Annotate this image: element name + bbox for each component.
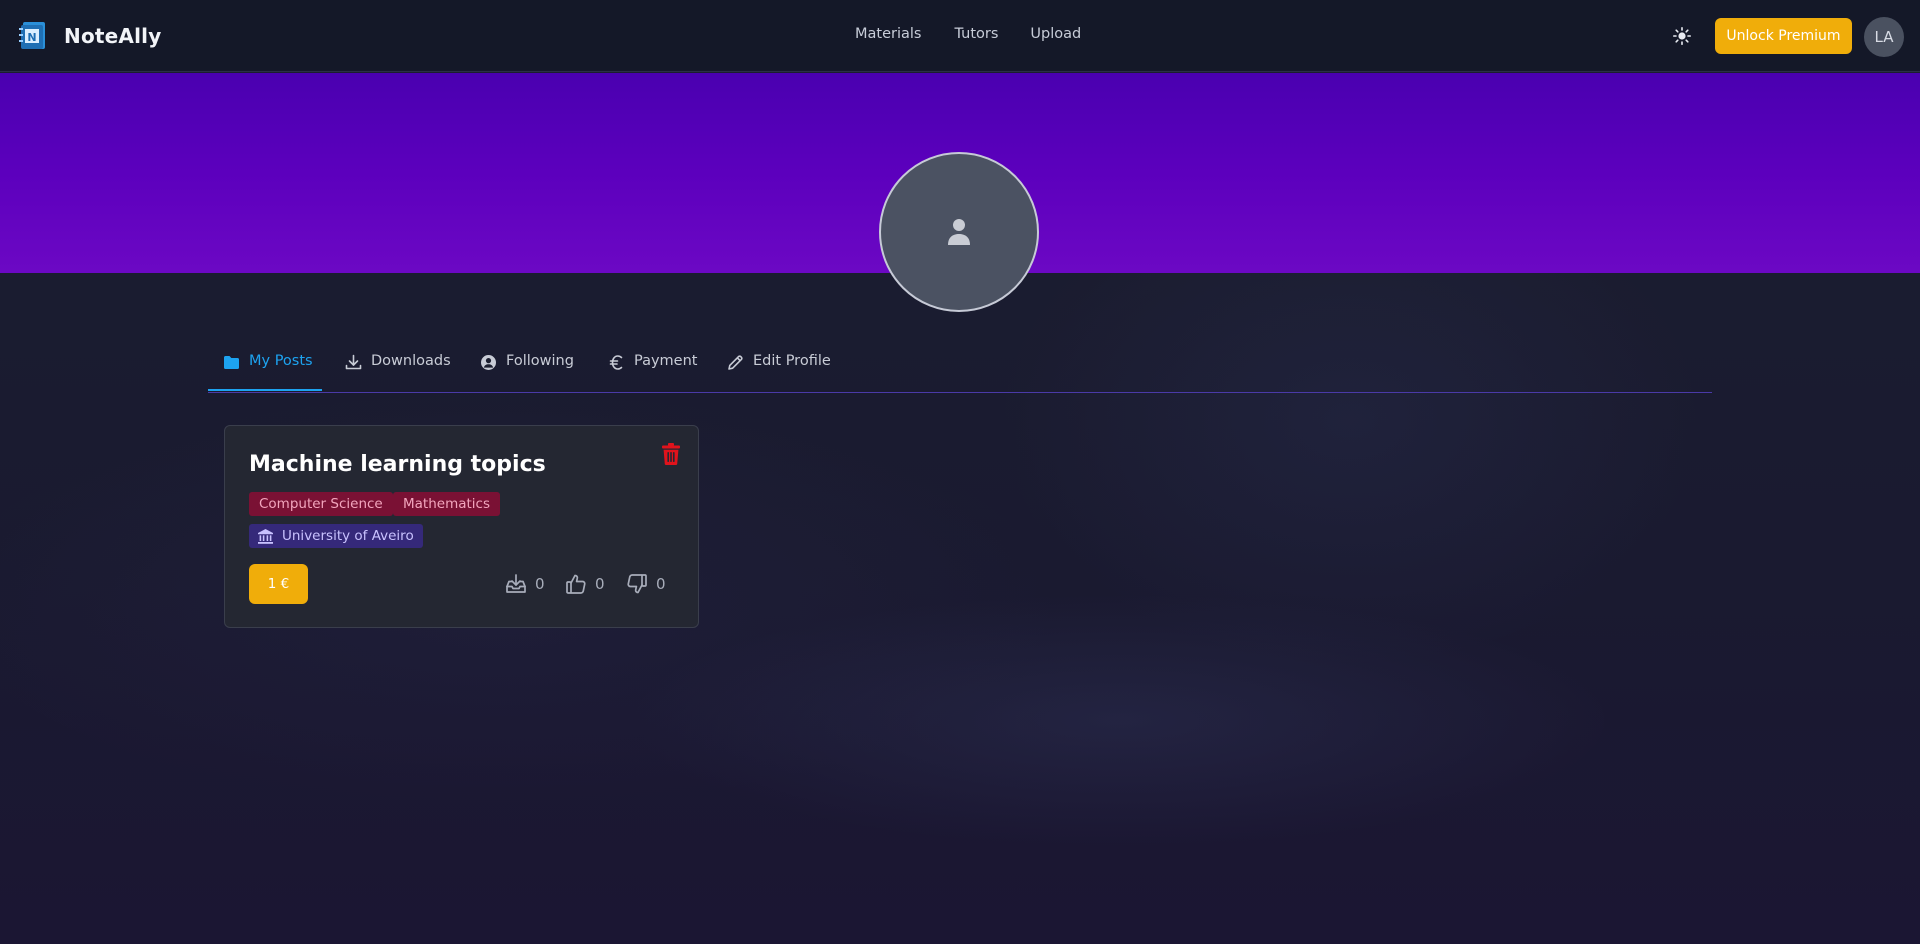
- nav-link-tutors[interactable]: Tutors: [954, 26, 998, 42]
- tab-label: Payment: [634, 353, 698, 369]
- nav-link-upload[interactable]: Upload: [1030, 26, 1081, 42]
- thumbs-up-icon[interactable]: [565, 573, 587, 595]
- user-silhouette-icon: [948, 219, 970, 245]
- nav-link-materials[interactable]: Materials: [855, 26, 921, 42]
- tab-label: My Posts: [249, 353, 313, 369]
- navbar: N NoteAlly Materials Tutors Upload Unloc…: [0, 0, 1920, 72]
- download-icon: [345, 354, 362, 370]
- folder-icon: [224, 356, 239, 369]
- subject-tag[interactable]: Computer Science: [249, 492, 393, 516]
- institution-icon: [258, 528, 273, 544]
- brand[interactable]: N NoteAlly: [19, 20, 161, 51]
- download-count-value: 0: [535, 575, 545, 593]
- euro-icon: [609, 355, 623, 370]
- dislike-count-value: 0: [656, 575, 666, 593]
- svg-text:N: N: [27, 31, 36, 44]
- tab-label: Edit Profile: [753, 353, 831, 369]
- pencil-icon: [728, 355, 743, 370]
- profile-tabs: My Posts Downloads Following Payment Edi…: [208, 350, 1712, 393]
- notebook-logo-icon: N: [19, 22, 45, 49]
- university-badge[interactable]: University of Aveiro: [249, 524, 423, 548]
- university-name: University of Aveiro: [282, 528, 414, 544]
- post-card[interactable]: Machine learning topics Computer Science…: [224, 425, 699, 628]
- dislike-count[interactable]: 0: [626, 573, 666, 595]
- thumbs-down-icon[interactable]: [626, 573, 648, 595]
- sun-icon[interactable]: [1672, 26, 1692, 46]
- like-count-value: 0: [595, 575, 605, 593]
- tab-label: Following: [506, 353, 574, 369]
- tab-downloads[interactable]: Downloads: [345, 350, 451, 391]
- user-circle-icon: [481, 355, 496, 370]
- unlock-premium-button[interactable]: Unlock Premium: [1715, 18, 1852, 54]
- price-button[interactable]: 1 €: [249, 564, 308, 604]
- post-title[interactable]: Machine learning topics: [249, 452, 546, 477]
- tab-edit-profile[interactable]: Edit Profile: [727, 350, 831, 391]
- trash-icon[interactable]: [661, 442, 681, 466]
- main-nav: Materials Tutors Upload: [855, 26, 1081, 42]
- user-avatar[interactable]: LA: [1864, 17, 1904, 57]
- profile-avatar[interactable]: [879, 152, 1039, 312]
- tab-payment[interactable]: Payment: [608, 350, 697, 391]
- brand-name: NoteAlly: [64, 23, 162, 48]
- tab-my-posts[interactable]: My Posts: [208, 350, 322, 391]
- download-count: 0: [505, 573, 545, 595]
- tab-label: Downloads: [371, 353, 451, 369]
- subject-tag[interactable]: Mathematics: [393, 492, 500, 516]
- inbox-download-icon: [506, 574, 526, 593]
- like-count[interactable]: 0: [565, 573, 605, 595]
- tab-following[interactable]: Following: [480, 350, 574, 391]
